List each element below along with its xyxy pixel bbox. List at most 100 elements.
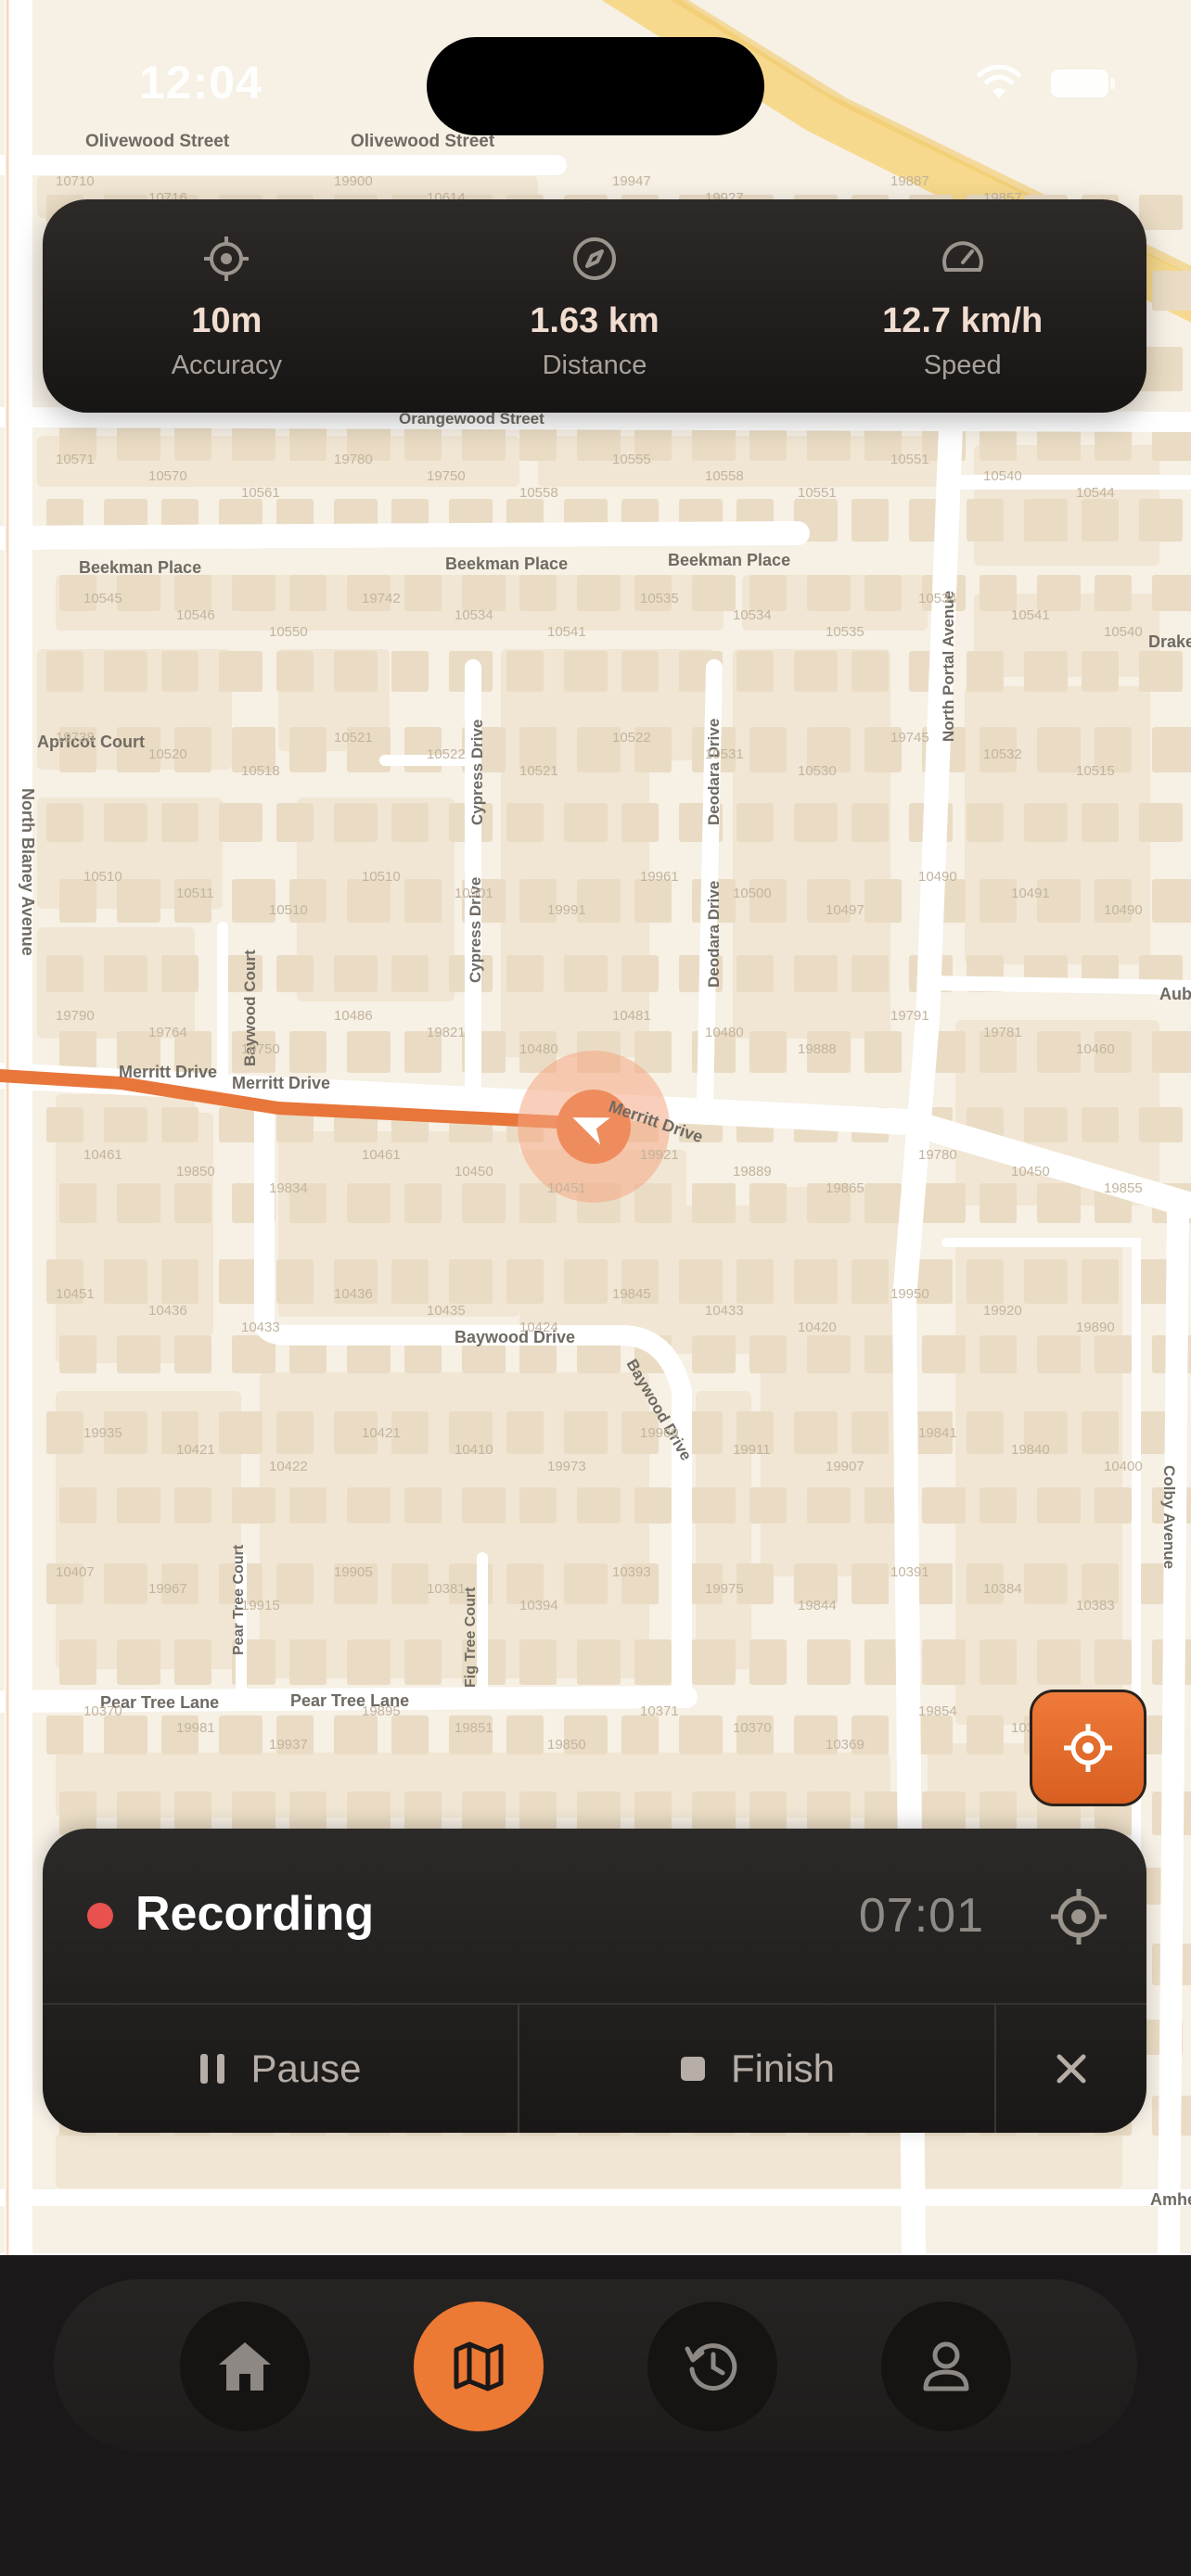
finish-label: Finish	[730, 2047, 836, 2090]
recenter-target-icon[interactable]	[1048, 1886, 1109, 1947]
house-number: 10530	[798, 763, 837, 779]
map-building	[104, 1259, 147, 1304]
house-number: 10534	[733, 607, 772, 623]
house-number: 19790	[56, 1008, 95, 1024]
house-number: 10450	[1011, 1164, 1050, 1180]
map-building	[634, 1487, 672, 1524]
house-number: 10522	[427, 746, 466, 762]
house-number: 19920	[983, 1303, 1022, 1319]
street-label: Drake D	[1148, 632, 1191, 651]
street-label: Amhe	[1150, 2190, 1191, 2209]
house-number: 19821	[427, 1025, 466, 1040]
house-number: 10571	[56, 452, 95, 467]
map-building	[967, 499, 1004, 542]
map-building	[1024, 803, 1068, 842]
map-building	[391, 803, 429, 842]
street-label: Deodara Drive	[705, 881, 723, 988]
house-number: 19895	[362, 1703, 401, 1719]
map-building	[334, 955, 378, 992]
map-building	[1082, 1107, 1119, 1142]
speedometer-icon	[941, 241, 983, 272]
map-building	[1024, 1259, 1068, 1304]
tab-map[interactable]	[414, 2302, 544, 2431]
map-building	[219, 803, 263, 842]
street-label: North Blaney Avenue	[19, 788, 37, 956]
tab-home[interactable]	[180, 2302, 310, 2431]
house-number: 19900	[334, 173, 373, 189]
map-building	[864, 1183, 902, 1223]
street-label: North Portal Avenue	[940, 591, 957, 742]
map-building	[1082, 1259, 1119, 1304]
map-building	[749, 727, 787, 772]
map-building	[519, 1487, 557, 1524]
map-building	[1037, 1335, 1081, 1373]
map-building	[577, 1639, 621, 1685]
house-number: 10521	[334, 730, 373, 746]
house-number: 19850	[547, 1737, 586, 1753]
house-number: 19887	[890, 173, 929, 189]
map-building	[276, 1563, 314, 1604]
house-number: 10460	[1076, 1041, 1115, 1057]
map-building	[174, 1487, 211, 1524]
map-building	[736, 803, 774, 842]
house-number: 19738	[56, 730, 95, 746]
house-number: 10461	[83, 1147, 122, 1163]
house-number: 19844	[798, 1598, 837, 1613]
discard-button[interactable]	[996, 2005, 1146, 2133]
house-number: 19947	[612, 173, 651, 189]
map-building	[794, 803, 838, 842]
house-number: 19780	[334, 452, 373, 467]
map-building	[59, 1639, 96, 1685]
house-number: 10481	[612, 1008, 651, 1024]
accuracy-crosshair-icon	[204, 236, 250, 281]
tab-history[interactable]	[647, 2302, 777, 2431]
map-building	[749, 1487, 787, 1524]
accuracy-label: Accuracy	[171, 351, 282, 380]
house-number: 10545	[83, 591, 122, 606]
house-number: 10510	[269, 902, 308, 918]
house-number: 10535	[826, 624, 864, 640]
recording-elapsed-time: 07:01	[858, 1889, 984, 1943]
house-number: 19854	[918, 1703, 957, 1719]
map-building	[749, 1031, 787, 1073]
close-icon	[1057, 2054, 1086, 2084]
map-building	[1139, 803, 1183, 842]
locate-me-button[interactable]	[1030, 1690, 1146, 1806]
house-number: 19905	[334, 1564, 373, 1580]
history-icon	[685, 2343, 737, 2391]
compass-icon	[573, 237, 616, 280]
house-number: 19915	[241, 1598, 280, 1613]
map-building	[104, 1563, 147, 1604]
map-building	[980, 1183, 1017, 1223]
house-number: 10558	[705, 468, 744, 484]
recording-indicator-dot	[87, 1903, 113, 1929]
finish-button[interactable]: Finish	[519, 2005, 996, 2133]
tab-profile[interactable]	[881, 2302, 1011, 2431]
map-building	[462, 575, 506, 611]
map-building	[692, 575, 736, 611]
map-building	[117, 1183, 160, 1223]
house-number: 19750	[241, 1041, 280, 1057]
house-number: 19890	[1076, 1320, 1115, 1335]
house-number: 19888	[798, 1041, 837, 1057]
map-building	[289, 1639, 327, 1685]
house-number: 10486	[334, 1008, 373, 1024]
pause-icon	[200, 2054, 225, 2084]
street-label: Deodara Drive	[705, 719, 723, 825]
map-building	[404, 1487, 442, 1524]
map-building	[46, 1715, 83, 1754]
map-building	[1037, 1183, 1081, 1223]
house-number: 10480	[705, 1025, 744, 1040]
house-number: 10535	[640, 591, 679, 606]
map-building	[404, 1183, 442, 1223]
house-number: 10490	[1104, 902, 1143, 918]
house-number: 10541	[547, 624, 586, 640]
house-number: 10384	[983, 1581, 1022, 1597]
street-label: Beekman Place	[668, 551, 790, 569]
pause-button[interactable]: Pause	[43, 2005, 519, 2133]
map-building	[679, 1259, 723, 1304]
pause-label: Pause	[250, 2047, 362, 2090]
map-building	[104, 803, 147, 842]
map-building	[174, 1639, 211, 1685]
map-building	[117, 1487, 160, 1524]
